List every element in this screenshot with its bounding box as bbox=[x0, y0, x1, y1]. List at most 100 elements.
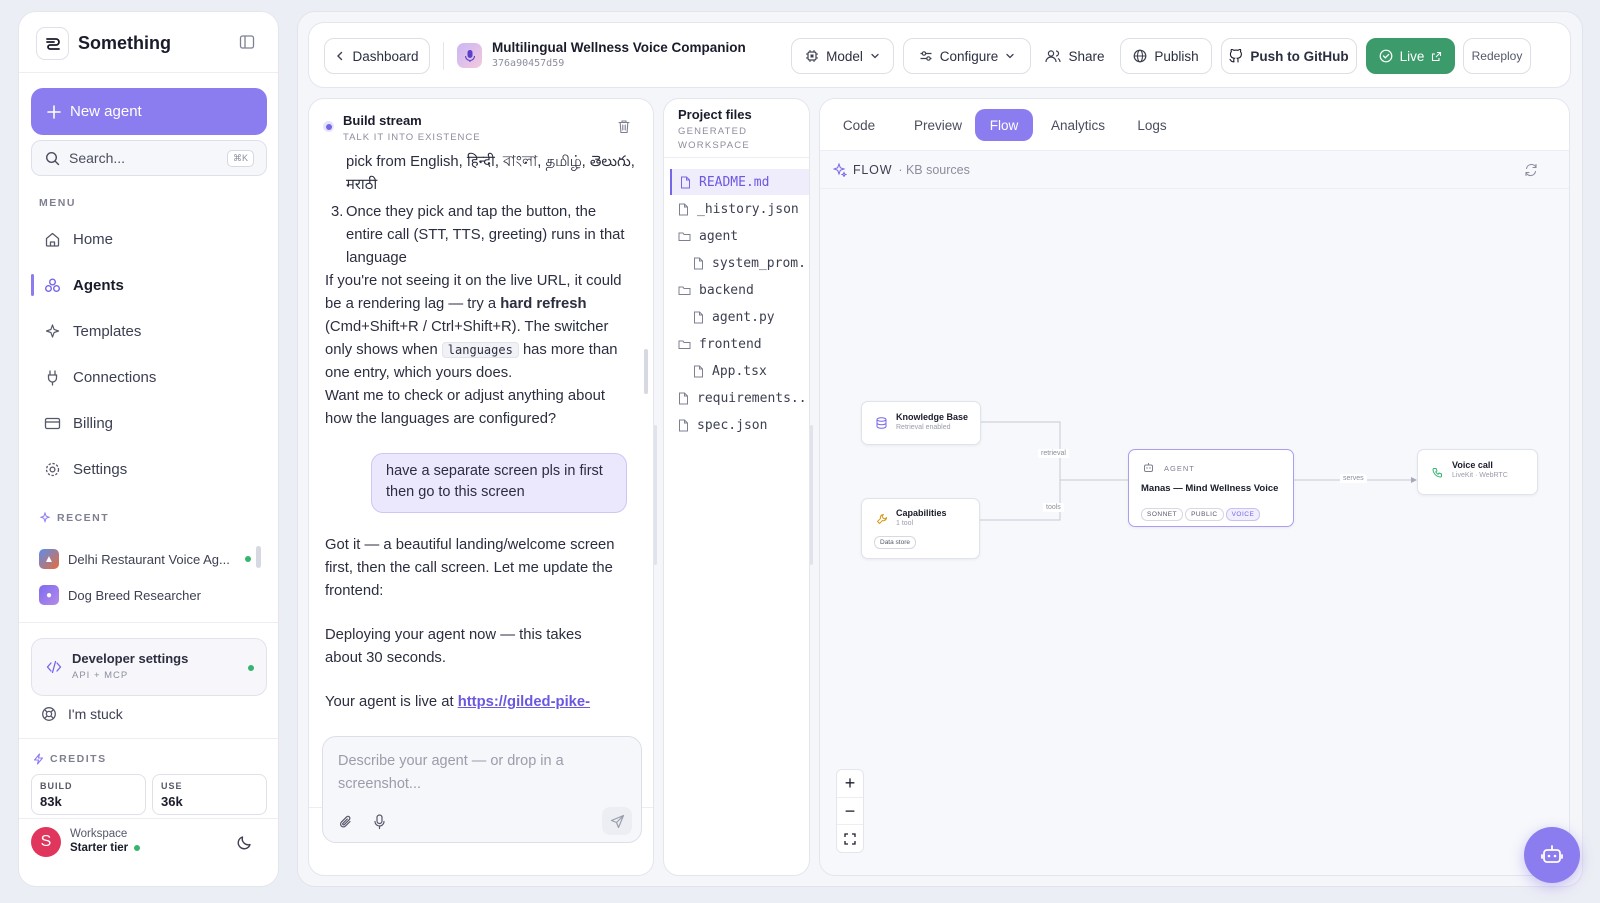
share-label: Share bbox=[1068, 48, 1105, 64]
recent-scrollbar[interactable] bbox=[256, 546, 261, 568]
panel-resize-handle[interactable] bbox=[810, 425, 813, 565]
zoom-in-button[interactable]: + bbox=[837, 770, 863, 798]
redeploy-button[interactable]: Redeploy bbox=[1463, 38, 1531, 74]
file-tree-item[interactable]: App.tsx bbox=[670, 358, 809, 384]
assistant-message: If you're not seeing it on the live URL,… bbox=[325, 270, 630, 385]
publish-button[interactable]: Publish bbox=[1120, 38, 1212, 74]
file-name: backend bbox=[699, 282, 754, 298]
model-label: Model bbox=[826, 48, 863, 64]
nav-templates[interactable]: Templates bbox=[31, 311, 267, 351]
file-name: README.md bbox=[699, 174, 770, 190]
panel-resize-handle[interactable] bbox=[654, 425, 657, 565]
nav-agents[interactable]: Agents bbox=[31, 265, 267, 305]
push-to-github-button[interactable]: Push to GitHub bbox=[1221, 38, 1357, 74]
node-knowledge-base[interactable]: Knowledge Base Retrieval enabled bbox=[861, 401, 981, 445]
back-to-dashboard-button[interactable]: Dashboard bbox=[324, 38, 430, 74]
attach-button[interactable] bbox=[339, 814, 353, 830]
workspace-tabs: Code Preview Flow Analytics Logs bbox=[820, 99, 1569, 151]
tab-preview[interactable]: Preview bbox=[902, 109, 974, 141]
configure-label: Configure bbox=[939, 48, 999, 64]
file-tree-item[interactable]: _history.json bbox=[670, 196, 809, 222]
developer-settings-button[interactable]: Developer settings API + MCP bbox=[31, 638, 267, 696]
file-tree-item[interactable]: agent.py bbox=[670, 304, 809, 330]
node-agent[interactable]: AGENT Manas — Mind Wellness Voice SONNET… bbox=[1128, 449, 1294, 527]
refresh-flow-button[interactable] bbox=[1524, 163, 1538, 177]
app-name: Something bbox=[78, 33, 171, 53]
send-button[interactable] bbox=[602, 807, 632, 835]
status-dot bbox=[134, 845, 141, 851]
avatar[interactable]: S bbox=[31, 827, 61, 857]
collapse-sidebar-button[interactable] bbox=[239, 34, 255, 50]
nav-billing[interactable]: Billing bbox=[31, 403, 267, 443]
fit-view-button[interactable] bbox=[837, 825, 863, 852]
stream-status-icon bbox=[323, 121, 334, 132]
check-circle-icon bbox=[1379, 49, 1393, 63]
nav-connections[interactable]: Connections bbox=[31, 357, 267, 397]
divider bbox=[664, 157, 809, 158]
gear-icon bbox=[45, 462, 60, 476]
search-placeholder: Search... bbox=[69, 150, 126, 166]
prompt-input[interactable]: Describe your agent — or drop in a scree… bbox=[322, 736, 642, 843]
tab-code[interactable]: Code bbox=[830, 109, 888, 141]
sparkle-icon bbox=[39, 512, 51, 524]
github-label: Push to GitHub bbox=[1250, 48, 1349, 64]
file-tree-folder[interactable]: frontend bbox=[670, 331, 809, 357]
recent-section: RECENT bbox=[39, 512, 109, 524]
edge-tools bbox=[980, 480, 1061, 521]
globe-icon bbox=[1133, 49, 1147, 63]
node-subtitle: Retrieval enabled bbox=[896, 424, 951, 431]
file-tree-folder[interactable]: backend bbox=[670, 277, 809, 303]
nav-templates-label: Templates bbox=[73, 322, 142, 340]
tab-analytics[interactable]: Analytics bbox=[1042, 109, 1114, 141]
voice-input-button[interactable] bbox=[373, 814, 386, 830]
file-tree-item[interactable]: system_prom... bbox=[670, 250, 809, 276]
file-tree-item[interactable]: README.md bbox=[670, 169, 809, 195]
tab-flow[interactable]: Flow bbox=[975, 109, 1033, 141]
file-name: agent.py bbox=[712, 309, 775, 325]
paperclip-icon bbox=[339, 815, 351, 828]
nav-home[interactable]: Home bbox=[31, 219, 267, 259]
configure-dropdown[interactable]: Configure bbox=[903, 38, 1031, 74]
list-number: 3. bbox=[331, 204, 344, 220]
workspace-panel: Code Preview Flow Analytics Logs FLOW · … bbox=[819, 98, 1570, 876]
node-capabilities[interactable]: Capabilities 1 tool Data store bbox=[861, 498, 980, 559]
clear-chat-button[interactable] bbox=[617, 119, 631, 134]
model-dropdown[interactable]: Model bbox=[791, 38, 894, 74]
theme-toggle-button[interactable] bbox=[236, 834, 253, 851]
new-agent-label: New agent bbox=[70, 103, 142, 120]
assistant-fab-button[interactable] bbox=[1524, 827, 1580, 883]
developer-settings-subtitle: API + MCP bbox=[72, 670, 129, 681]
sidebar: Something New agent Search... ⌘K MENU Ho… bbox=[18, 11, 279, 887]
nav-agents-label: Agents bbox=[73, 276, 124, 294]
file-tree-folder[interactable]: agent bbox=[670, 223, 809, 249]
workspace-tier[interactable]: Starter tier bbox=[70, 842, 141, 854]
zoom-out-button[interactable]: − bbox=[837, 798, 863, 825]
live-button[interactable]: Live bbox=[1366, 38, 1455, 74]
search-icon bbox=[45, 151, 60, 165]
use-credits: USE 36k bbox=[152, 774, 267, 815]
chat-scrollbar[interactable] bbox=[644, 349, 648, 394]
im-stuck-button[interactable]: I'm stuck bbox=[41, 706, 123, 722]
tab-logs[interactable]: Logs bbox=[1127, 109, 1177, 141]
search-input[interactable]: Search... ⌘K bbox=[31, 140, 267, 176]
external-link-icon bbox=[1432, 51, 1442, 61]
chat-title: Build stream bbox=[343, 113, 422, 128]
node-voice-call[interactable]: Voice call LiveKit · WebRTC bbox=[1417, 449, 1538, 495]
message-bold: hard refresh bbox=[500, 296, 587, 312]
recent-item[interactable]: ▲ Delhi Restaurant Voice Ag... bbox=[39, 546, 267, 572]
new-agent-button[interactable]: New agent bbox=[31, 88, 267, 135]
flow-toolbar: FLOW · KB sources bbox=[820, 151, 1569, 189]
credits-label: CREDITS bbox=[50, 753, 107, 765]
flame-icon: ▲ bbox=[39, 549, 59, 569]
nav-settings[interactable]: Settings bbox=[31, 449, 267, 489]
file-tree-item[interactable]: spec.json bbox=[670, 412, 809, 438]
file-tree-item[interactable]: requirements.... bbox=[670, 385, 809, 411]
send-icon bbox=[610, 814, 624, 828]
app-logo[interactable] bbox=[36, 27, 69, 60]
message-text: Your agent is live at bbox=[325, 694, 458, 710]
recent-item-label: Dog Breed Researcher bbox=[68, 587, 201, 603]
microphone-icon bbox=[464, 49, 475, 62]
recent-item[interactable]: ● Dog Breed Researcher bbox=[39, 582, 267, 608]
share-button[interactable]: Share bbox=[1041, 38, 1109, 74]
live-url-link[interactable]: https://gilded-pike- bbox=[458, 694, 590, 710]
